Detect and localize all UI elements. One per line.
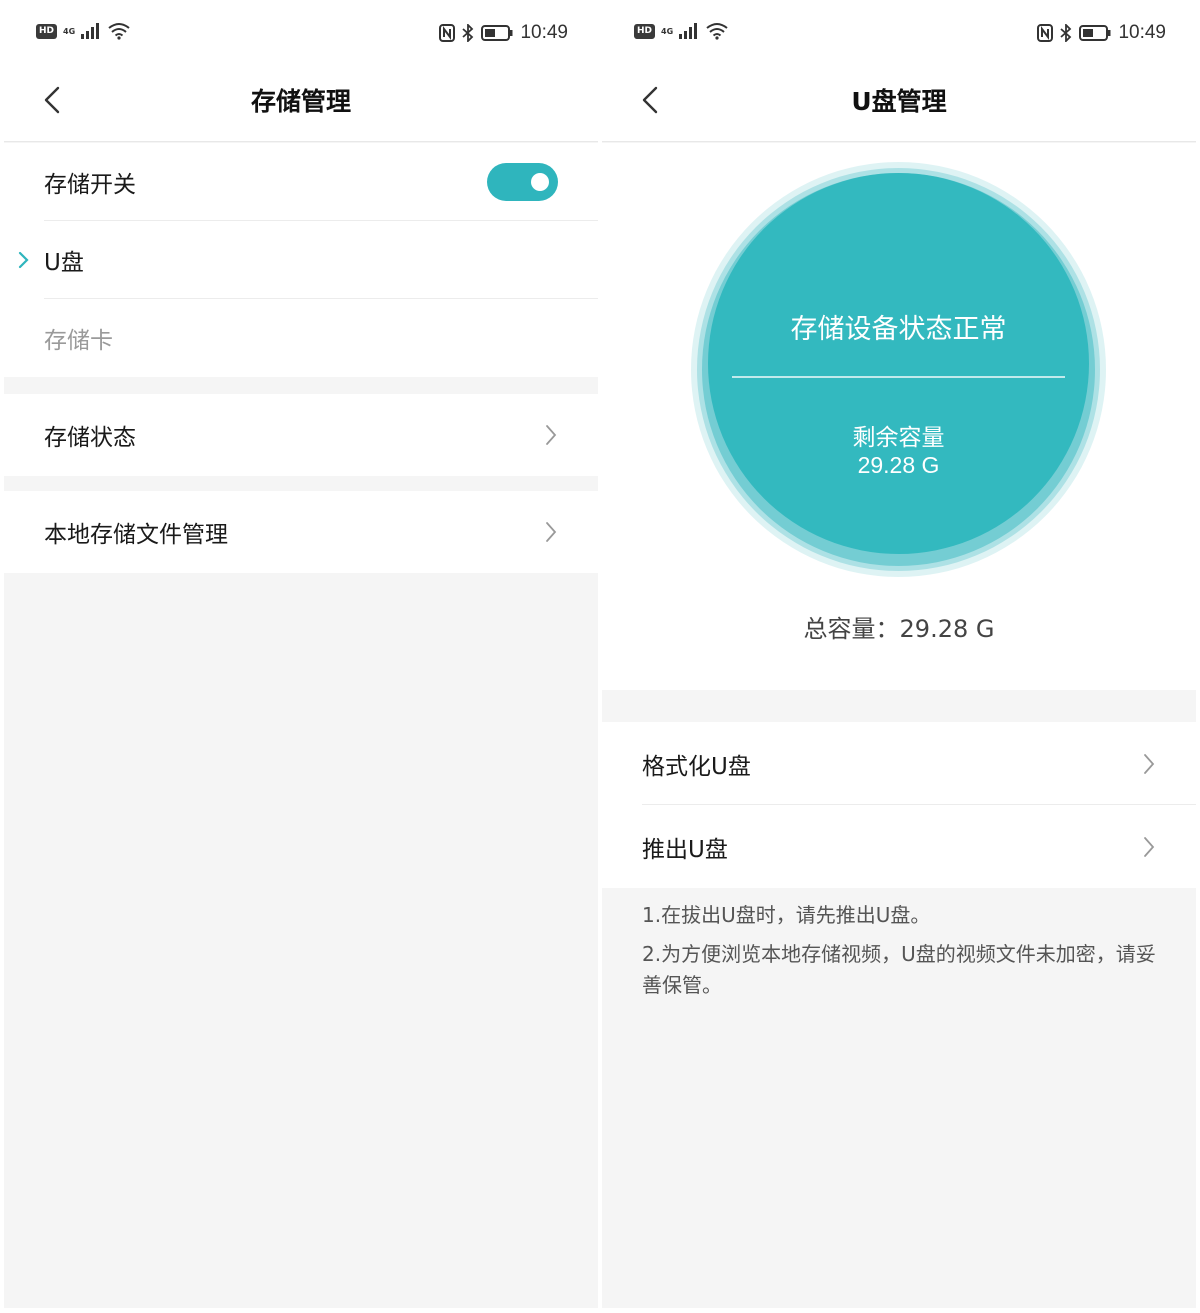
clock: 10:49 xyxy=(520,22,568,43)
network-type: 4G xyxy=(661,26,674,36)
note-encryption: 2.为方便浏览本地存储视频，U盘的视频文件未加密，请妥善保管。 xyxy=(642,942,1156,997)
chevron-right-icon xyxy=(546,522,557,542)
storage-management-screen: HD 4G 10:49 存储管理 存储开关 U盘 存储卡 存储状态 本地存储文件… xyxy=(4,0,598,1308)
bluetooth-icon xyxy=(462,24,474,42)
capacity-panel: 存储设备状态正常 剩余容量 29.28 G 总容量：29.28 G xyxy=(602,143,1196,690)
page-title: U盘管理 xyxy=(851,87,947,116)
local-files-group: 本地存储文件管理 xyxy=(4,491,598,573)
capacity-circle: 存储设备状态正常 剩余容量 29.28 G xyxy=(708,173,1089,554)
option-memory-card[interactable]: 存储卡 xyxy=(4,299,598,377)
storage-options-group: 存储开关 U盘 存储卡 xyxy=(4,143,598,377)
storage-status-row[interactable]: 存储状态 xyxy=(4,394,598,476)
usb-actions-group: 格式化U盘 推出U盘 xyxy=(602,722,1196,888)
storage-switch-row: 存储开关 xyxy=(4,143,598,221)
storage-status-group: 存储状态 xyxy=(4,394,598,476)
wifi-icon xyxy=(706,23,728,40)
status-bar: HD 4G 10:49 xyxy=(4,0,598,66)
network-type: 4G xyxy=(63,26,76,36)
option-usb-drive[interactable]: U盘 xyxy=(4,221,598,299)
status-right: 10:49 xyxy=(439,22,568,44)
local-files-label: 本地存储文件管理 xyxy=(44,522,228,548)
format-usb-row[interactable]: 格式化U盘 xyxy=(602,722,1196,805)
status-bar: HD 4G 10:49 xyxy=(602,0,1196,66)
storage-status-label: 存储状态 xyxy=(44,425,136,451)
local-files-row[interactable]: 本地存储文件管理 xyxy=(4,491,598,573)
toggle-knob xyxy=(531,173,549,191)
circle-divider xyxy=(732,376,1065,378)
signal-icon xyxy=(81,23,100,39)
device-status-text: 存储设备状态正常 xyxy=(790,314,1007,345)
signal-icon xyxy=(679,23,698,39)
option-memory-card-label: 存储卡 xyxy=(44,328,113,354)
battery-icon xyxy=(1079,25,1111,41)
usb-notes: 1.在拔出U盘时，请先推出U盘。 2.为方便浏览本地存储视频，U盘的视频文件未加… xyxy=(642,900,1156,1009)
note-eject: 1.在拔出U盘时，请先推出U盘。 xyxy=(642,903,931,927)
nfc-icon xyxy=(439,24,456,42)
storage-switch-toggle[interactable] xyxy=(487,163,558,201)
selected-chevron-icon xyxy=(18,251,29,269)
hd-badge: HD xyxy=(634,23,656,39)
storage-switch-label: 存储开关 xyxy=(44,172,136,198)
clock: 10:49 xyxy=(1118,22,1166,43)
nfc-icon xyxy=(1037,24,1054,42)
option-usb-drive-label: U盘 xyxy=(44,250,84,276)
status-right: 10:49 xyxy=(1037,22,1166,44)
remaining-label: 剩余容量 xyxy=(852,425,945,451)
total-capacity: 总容量：29.28 G xyxy=(803,615,995,643)
chevron-right-icon xyxy=(1144,836,1155,857)
wifi-icon xyxy=(108,23,130,40)
nav-bar: U盘管理 xyxy=(602,66,1196,142)
usb-management-screen: HD 4G 10:49 U盘管理 存储设备状态正常 剩余容量 29.28 G 总… xyxy=(602,0,1196,1308)
status-left: HD 4G xyxy=(36,22,131,40)
eject-usb-label: 推出U盘 xyxy=(642,836,728,863)
battery-icon xyxy=(481,25,513,41)
eject-usb-row[interactable]: 推出U盘 xyxy=(602,805,1196,888)
status-left: HD 4G xyxy=(634,22,729,40)
chevron-right-icon xyxy=(1144,753,1155,774)
format-usb-label: 格式化U盘 xyxy=(642,753,751,780)
bluetooth-icon xyxy=(1060,24,1072,42)
nav-bar: 存储管理 xyxy=(4,66,598,142)
chevron-right-icon xyxy=(546,425,557,445)
hd-badge: HD xyxy=(36,23,58,39)
page-title: 存储管理 xyxy=(250,87,351,116)
remaining-value: 29.28 G xyxy=(857,452,940,478)
